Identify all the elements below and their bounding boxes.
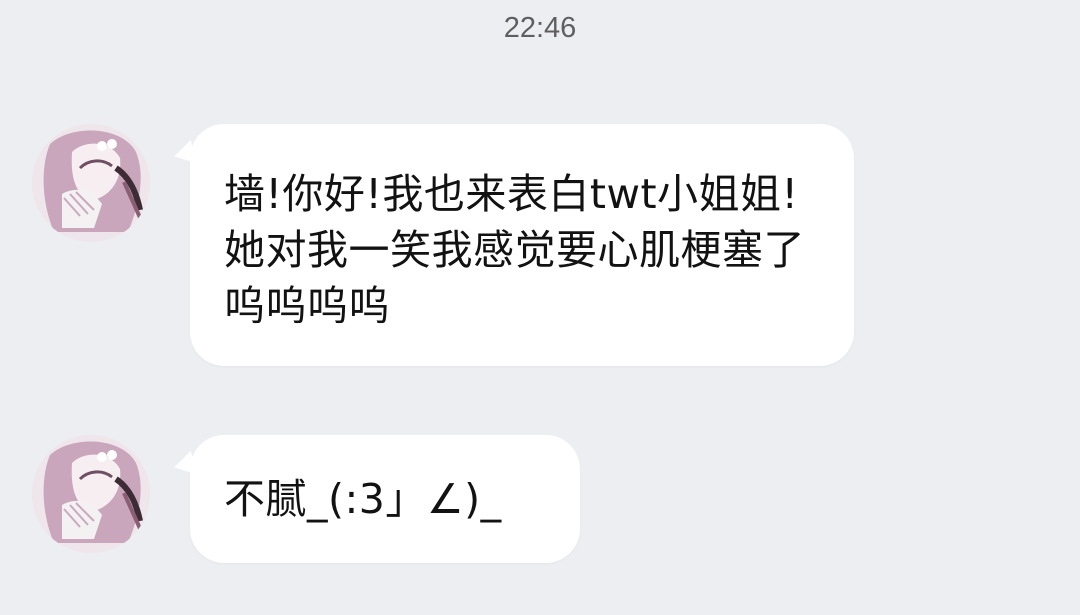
message-row: 不腻_(:3」∠)_ [0, 435, 1080, 565]
message-text: 不腻_(:3」∠)_ [224, 475, 502, 523]
message-text: 墙!你好!我也来表白twt小姐姐!她对我一笑我感觉要心肌梗塞了呜呜呜呜 [224, 170, 805, 330]
timestamp: 22:46 [503, 12, 577, 44]
message-bubble[interactable]: 不腻_(:3」∠)_ [171, 435, 580, 563]
avatar[interactable] [32, 124, 150, 242]
message-row: 墙!你好!我也来表白twt小姐姐!她对我一笑我感觉要心肌梗塞了呜呜呜呜 [0, 124, 1080, 370]
anime-girl-avatar-icon [32, 435, 150, 553]
avatar[interactable] [32, 435, 150, 553]
anime-girl-avatar-icon [32, 124, 150, 242]
message-bubble[interactable]: 墙!你好!我也来表白twt小姐姐!她对我一笑我感觉要心肌梗塞了呜呜呜呜 [171, 124, 854, 366]
